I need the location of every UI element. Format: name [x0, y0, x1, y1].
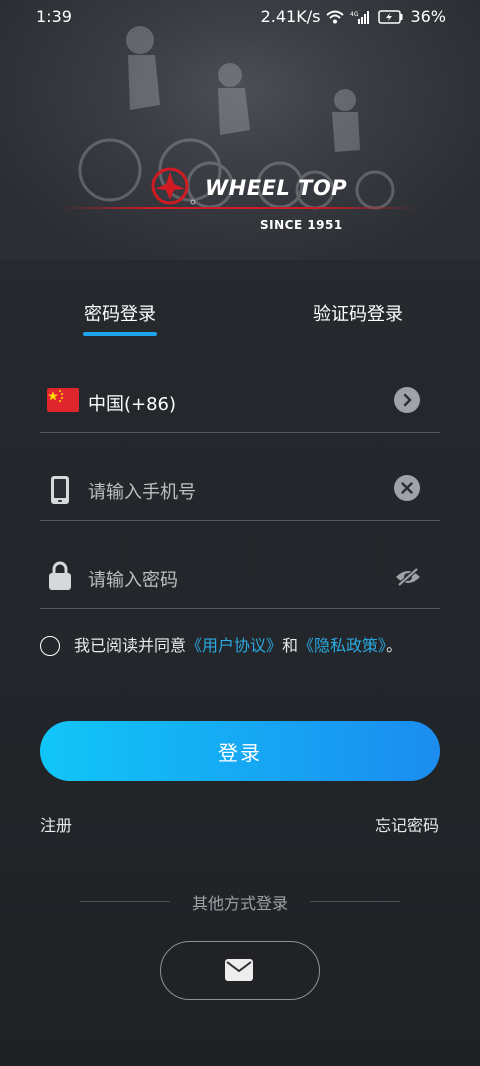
brand-divider: [60, 207, 420, 209]
net-speed: 2.41K/s: [260, 7, 321, 26]
password-input[interactable]: 请输入密码: [88, 566, 178, 592]
other-login-label: 其他方式登录: [191, 894, 288, 913]
register-link[interactable]: 注册: [40, 812, 72, 836]
tab-password-login[interactable]: 密码登录: [84, 300, 156, 326]
status-time: 1:39: [36, 7, 72, 26]
status-bar: 1:39 2.41K/s 4G 36%: [0, 0, 480, 34]
agreement: 我已阅读并同意《用户协议》和《隐私政策》。: [40, 632, 440, 660]
signal-4g-icon: 4G: [350, 10, 370, 24]
china-flag-icon: [47, 388, 79, 412]
login-tabs: 密码登录 验证码登录: [0, 300, 480, 340]
other-login-divider: 其他方式登录: [80, 890, 400, 914]
clear-icon[interactable]: [394, 475, 420, 501]
tab-code-login[interactable]: 验证码登录: [313, 300, 403, 326]
wheel-top-logo-icon: [151, 167, 196, 205]
agreement-and: 和: [282, 636, 299, 655]
divider-line-right: [310, 901, 400, 902]
battery-charging-icon: [378, 9, 403, 24]
agreement-prefix: 我已阅读并同意: [74, 636, 187, 655]
svg-text:4G: 4G: [350, 11, 359, 18]
wifi-icon: [326, 10, 345, 23]
lock-icon: [49, 561, 71, 590]
country-code-label: 中国(+86): [88, 394, 177, 415]
eye-off-icon[interactable]: [394, 566, 422, 588]
phone-input[interactable]: 请输入手机号: [88, 478, 196, 504]
agree-checkbox[interactable]: [40, 636, 60, 656]
phone-icon: [51, 476, 69, 504]
forgot-password-link[interactable]: 忘记密码: [375, 812, 439, 836]
privacy-policy-link[interactable]: 《隐私政策》: [298, 636, 386, 655]
brand-name: WHEEL TOP: [205, 176, 348, 200]
chevron-right-icon[interactable]: [394, 387, 420, 413]
brand-since: SINCE 1951: [260, 218, 343, 232]
email-login-button[interactable]: [160, 941, 320, 1000]
brand-logo: WHEEL TOP SINCE 1951: [0, 160, 480, 240]
password-field[interactable]: 请输入密码: [40, 548, 440, 609]
agreement-suffix: 。: [386, 636, 403, 655]
mail-icon: [225, 959, 253, 981]
user-agreement-link[interactable]: 《用户协议》: [186, 636, 282, 655]
country-selector[interactable]: 中国(+86): [40, 372, 440, 433]
active-tab-indicator: [83, 332, 157, 336]
phone-field[interactable]: 请输入手机号: [40, 460, 440, 521]
login-button[interactable]: 登录: [40, 721, 440, 781]
battery-level: 36%: [410, 7, 446, 26]
